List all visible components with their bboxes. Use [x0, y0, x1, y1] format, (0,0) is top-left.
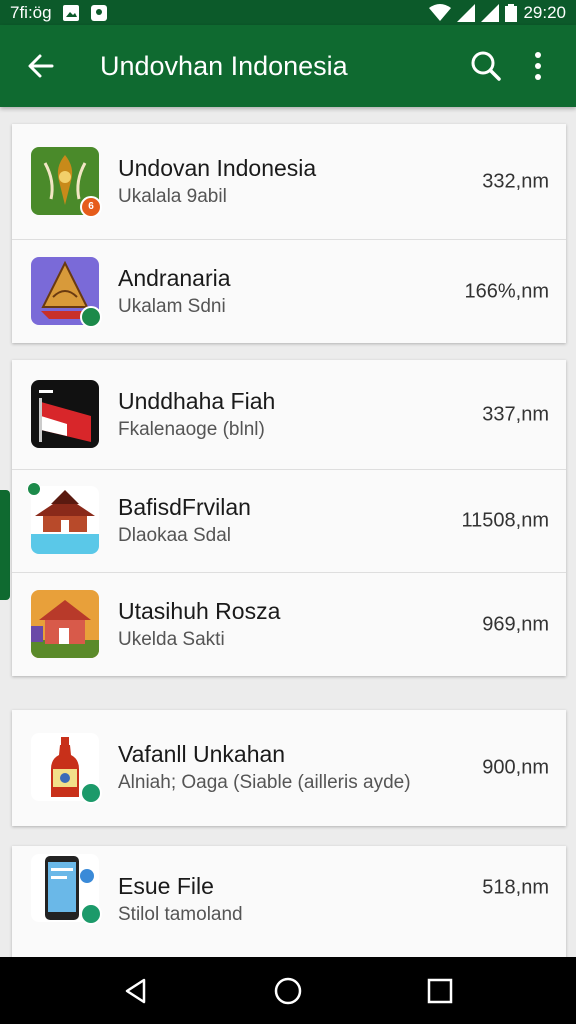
app-group-card: Vafanll Unkahan Alniah; Oaga (Siable (ai…	[12, 710, 566, 826]
app-subtitle: Ukalam Sdni	[118, 295, 226, 317]
status-time-right: 29:20	[523, 2, 566, 22]
app-size: 332,nm	[482, 170, 549, 192]
more-options-button[interactable]	[512, 40, 564, 92]
app-subtitle: Stilol tamoland	[118, 904, 243, 925]
signal-icon	[457, 3, 476, 22]
app-group-card: 6 Undovan Indonesia Ukalala 9abil 332,nm…	[12, 124, 566, 343]
app-name: Undovan Indonesia	[118, 154, 317, 181]
nav-home-icon	[274, 977, 302, 1004]
app-group-card: Esue File Stilol tamoland 518,nm	[12, 846, 566, 957]
page-title: Undovhan Indonesia	[100, 50, 348, 81]
more-vert-icon	[535, 52, 541, 80]
list-item[interactable]: 6 Undovan Indonesia Ukalala 9abil 332,nm	[12, 124, 566, 240]
app-name: Esue File	[118, 873, 214, 899]
app-badge	[80, 305, 102, 328]
app-size: 969,nm	[482, 613, 549, 635]
app-icon-container	[31, 854, 102, 925]
flag-icon	[31, 379, 99, 448]
search-button[interactable]	[460, 40, 512, 92]
signal-2-icon	[481, 3, 500, 22]
list-item[interactable]: Unddhaha Fiah Fkalenaoge (blnl) 337,nm	[12, 360, 566, 470]
app-icon-container	[31, 379, 101, 450]
app-size: 518,nm	[482, 876, 549, 899]
app-subtitle: Dlaokaa Sdal	[118, 525, 232, 546]
app-size: 900,nm	[482, 756, 549, 779]
nav-recents-icon	[427, 978, 453, 1003]
back-button[interactable]	[16, 41, 66, 91]
app-list[interactable]: 6 Undovan Indonesia Ukalala 9abil 332,nm…	[0, 107, 576, 957]
list-item[interactable]: Utasihuh Rosza Ukelda Sakti 969,nm	[12, 573, 566, 676]
wifi-icon	[429, 3, 452, 22]
app-size: 166%,nm	[464, 280, 550, 302]
app-badge	[80, 782, 102, 804]
app-name: Andranaria	[118, 264, 231, 291]
location-notification-icon	[90, 4, 108, 22]
village-house-icon	[31, 589, 99, 658]
app-name: BafisdFrvilan	[118, 494, 251, 520]
app-subtitle: Ukalala 9abil	[118, 185, 227, 207]
list-item[interactable]: BafisdFrvilan Dlaokaa Sdal 11508,nm	[12, 470, 566, 573]
app-badge	[27, 482, 41, 496]
list-item[interactable]: Vafanll Unkahan Alniah; Oaga (Siable (ai…	[12, 710, 566, 826]
nav-recents-button[interactable]	[410, 961, 470, 1021]
status-time-left: 7fi:ög	[10, 2, 52, 22]
app-subtitle: Alniah; Oaga (Siable (ailleris ayde)	[118, 772, 411, 793]
app-icon-container	[31, 256, 102, 328]
nav-home-button[interactable]	[258, 961, 318, 1021]
arrow-back-icon	[28, 54, 54, 78]
search-icon	[471, 51, 501, 81]
app-name: Unddhaha Fiah	[118, 387, 276, 414]
app-icon-container	[31, 589, 101, 660]
navigation-bar	[0, 957, 576, 1024]
app-icon-container: 6	[31, 146, 102, 218]
app-size: 337,nm	[482, 403, 549, 425]
app-icon-container	[31, 733, 102, 804]
badge-text: 6	[88, 201, 94, 212]
app-badge: 6	[80, 195, 102, 218]
app-icon-container	[27, 482, 101, 556]
app-badge	[80, 903, 102, 925]
list-item[interactable]: Andranaria Ukalam Sdni 166%,nm	[12, 240, 566, 343]
image-notification-icon	[62, 4, 80, 22]
scroll-indicator[interactable]	[0, 490, 10, 600]
app-name: Vafanll Unkahan	[118, 741, 286, 767]
status-bar: 7fi:ög 29:20	[0, 0, 576, 25]
app-subtitle: Ukelda Sakti	[118, 628, 225, 650]
traditional-house-icon	[31, 486, 99, 554]
list-item[interactable]: Esue File Stilol tamoland 518,nm	[12, 846, 566, 932]
nav-back-icon	[125, 978, 146, 1003]
app-name: Utasihuh Rosza	[118, 597, 281, 624]
app-group-card: Unddhaha Fiah Fkalenaoge (blnl) 337,nm B…	[12, 360, 566, 676]
app-size: 11508,nm	[461, 509, 549, 532]
app-subtitle: Fkalenaoge (blnl)	[118, 418, 265, 440]
app-bar: Undovhan Indonesia	[0, 25, 576, 107]
battery-icon	[505, 3, 518, 22]
nav-back-button[interactable]	[106, 961, 166, 1021]
